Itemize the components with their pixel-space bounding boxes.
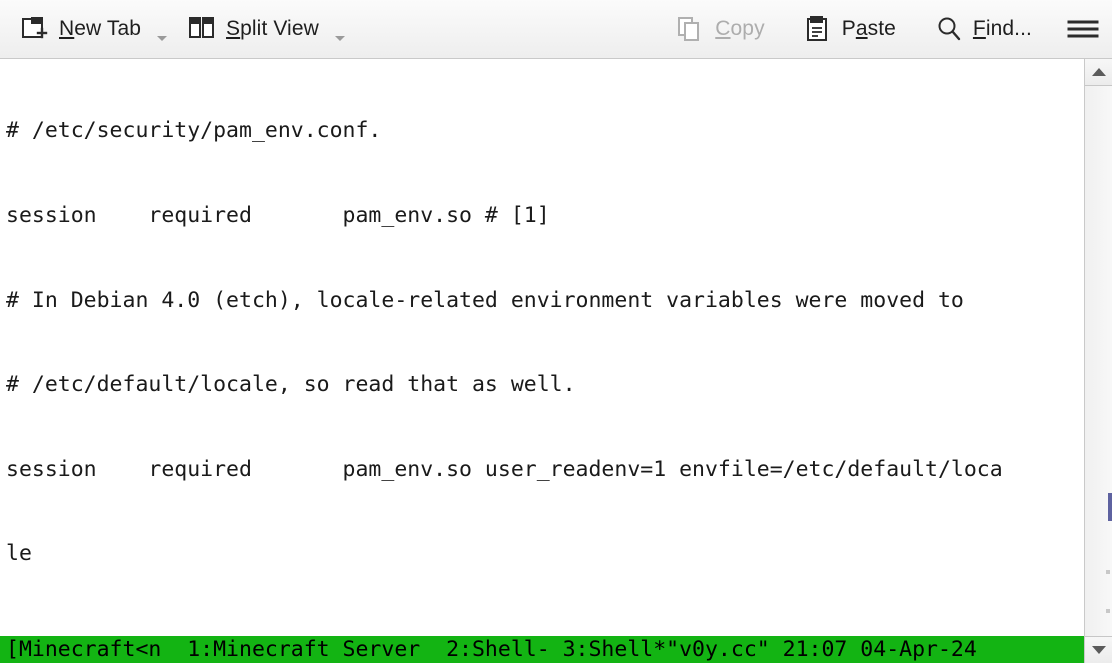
terminal-body: # /etc/security/pam_env.conf. session re… [0, 59, 1112, 663]
scroll-down-button[interactable] [1085, 636, 1112, 663]
scrollbar-track[interactable] [1085, 86, 1112, 636]
terminal-line: session required pam_env.so # [1] [6, 203, 550, 228]
scroll-up-button[interactable] [1085, 59, 1112, 86]
terminal-text: # /etc/security/pam_env.conf. session re… [6, 61, 1084, 663]
find-label: Find... [972, 17, 1032, 40]
tmux-status-bar: [Minecraft<n 1:Minecraft Server 2:Shell-… [0, 636, 1084, 663]
terminal-window: New Tab Split View Copy Paste Find... # … [0, 0, 1112, 663]
terminal-line: le [6, 541, 32, 567]
new-tab-label: New Tab [59, 17, 142, 40]
scroll-down-arrow-icon [1091, 646, 1106, 654]
new-tab-icon [20, 14, 50, 44]
paste-button[interactable]: Paste [797, 7, 902, 51]
copy-icon [676, 14, 706, 44]
scrollbar-tick-mark [1106, 608, 1110, 613]
terminal-line: # In Debian 4.0 (etch), locale-related e… [6, 287, 964, 313]
terminal-line: session required pam_env.so user_readenv… [6, 456, 1003, 482]
toolbar-right-group: Copy Paste Find... [670, 0, 1102, 58]
new-tab-dropdown-arrow[interactable] [157, 35, 168, 41]
split-view-icon [187, 14, 217, 44]
scrollbar-tick-mark [1106, 570, 1110, 574]
split-view-button[interactable]: Split View [181, 7, 325, 51]
split-view-dropdown-arrow[interactable] [334, 35, 345, 41]
scroll-up-arrow-icon [1091, 68, 1106, 76]
copy-button[interactable]: Copy [670, 7, 770, 51]
hamburger-menu-button[interactable] [1060, 7, 1102, 51]
toolbar-left-group: New Tab Split View [14, 0, 345, 58]
paste-label: Paste [841, 17, 896, 40]
terminal-line: # /etc/default/locale, so read that as w… [6, 372, 576, 398]
search-icon [934, 14, 964, 44]
copy-label: Copy [715, 17, 765, 40]
main-toolbar: New Tab Split View Copy Paste Find... [0, 0, 1112, 59]
new-tab-button[interactable]: New Tab [14, 7, 147, 51]
find-button[interactable]: Find... [928, 7, 1038, 51]
terminal-line: # /etc/security/pam_env.conf. [6, 118, 382, 144]
vertical-scrollbar[interactable] [1084, 59, 1112, 663]
scrollbar-thumb[interactable] [1108, 493, 1112, 521]
split-view-label: Split View [226, 17, 319, 40]
terminal-output-pane[interactable]: # /etc/security/pam_env.conf. session re… [0, 59, 1084, 663]
hamburger-menu-icon [1066, 14, 1100, 44]
paste-icon [803, 14, 833, 44]
